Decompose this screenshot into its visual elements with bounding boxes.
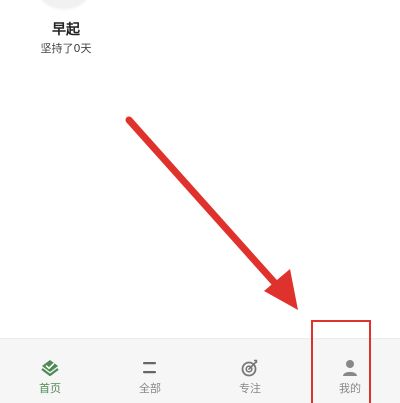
tab-all-label: 全部 (139, 382, 161, 395)
tab-mine[interactable]: 我的 (300, 339, 400, 403)
habit-streak: 坚持了0天 (40, 42, 92, 55)
habit-name: 早起 (52, 22, 80, 38)
habit-avatar[interactable] (33, 0, 95, 7)
home-check-icon (41, 360, 59, 377)
person-icon (343, 360, 357, 376)
tab-mine-label: 我的 (339, 382, 361, 395)
tab-all[interactable]: 全部 (100, 339, 200, 403)
tab-home-label: 首页 (39, 382, 61, 395)
app-screen: 早起 坚持了0天 首页 全部 专注 我的 (0, 0, 400, 403)
list-lines-icon (143, 362, 156, 374)
tab-focus-label: 专注 (239, 382, 261, 395)
target-icon (241, 359, 258, 377)
tab-home[interactable]: 首页 (0, 339, 100, 403)
bottom-tab-bar: 首页 全部 专注 我的 (0, 338, 400, 403)
tab-focus[interactable]: 专注 (200, 339, 300, 403)
